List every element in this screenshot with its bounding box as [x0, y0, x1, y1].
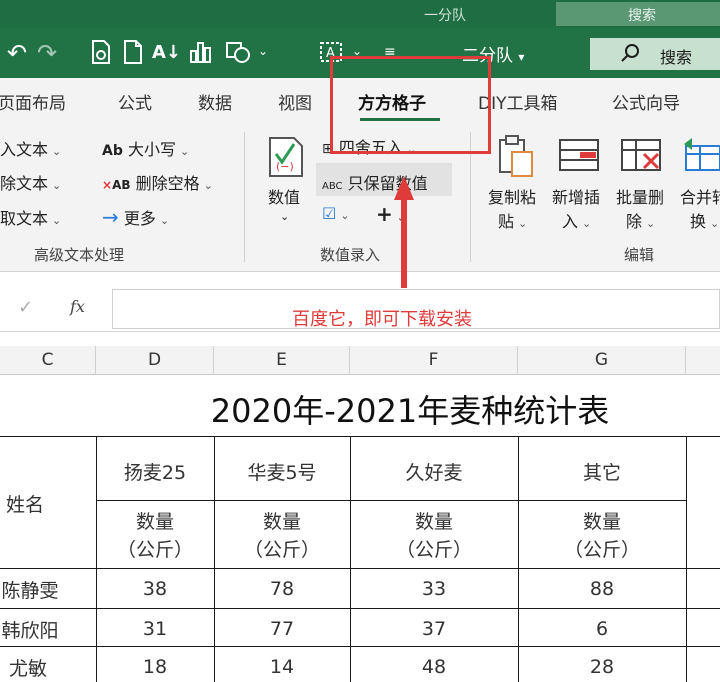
table-cell[interactable]: 31 — [96, 618, 214, 640]
bar-chart-icon[interactable] — [188, 39, 214, 67]
table-cell[interactable]: 48 — [350, 656, 518, 678]
ghost-search-box: 搜索 — [556, 2, 720, 26]
ghost-doc-title: 一分队 — [424, 8, 466, 24]
new-file-icon[interactable] — [120, 39, 146, 67]
table-cell[interactable]: 28 — [518, 656, 686, 678]
search-label: 搜索 — [660, 48, 693, 67]
insert-function-icon[interactable]: fx — [70, 297, 85, 316]
table-cell[interactable]: 77 — [214, 618, 350, 640]
table-cell[interactable]: 18 — [96, 656, 214, 678]
column-header-f[interactable]: F — [350, 346, 518, 375]
table-cell[interactable]: 78 — [214, 578, 350, 600]
copy-paste-icon — [496, 134, 536, 180]
save-as-icon[interactable] — [88, 39, 114, 67]
previous-title-bar: 一分队 搜索 — [0, 0, 720, 28]
copy-paste-button[interactable]: 复制粘 — [488, 184, 536, 208]
tab-view[interactable]: 视图 — [278, 89, 312, 114]
variety-header[interactable]: 久好麦 — [350, 458, 518, 485]
insert-button[interactable]: 新增插 — [552, 184, 600, 208]
merge-convert-button-line2[interactable]: 换 ⌄ — [690, 208, 719, 232]
grid-line — [96, 500, 686, 501]
plus-button[interactable]: + ⌄ — [376, 202, 406, 226]
trim-spaces-button[interactable]: ×AB 删除空格 ⌄ — [102, 170, 213, 194]
case-button[interactable]: Ab 大小写 ⌄ — [102, 136, 189, 160]
extract-text-button[interactable]: 取文本 ⌄ — [0, 205, 61, 229]
column-header-d[interactable]: D — [96, 346, 214, 375]
variety-header[interactable]: 扬麦25 — [96, 458, 214, 485]
column-headers: C D E F G — [0, 346, 720, 375]
number-group-label: 数值录入 — [320, 246, 381, 264]
delete-text-button[interactable]: 除文本 ⌄ — [0, 170, 61, 194]
tab-formulas[interactable]: 公式 — [118, 89, 152, 114]
column-header-e[interactable]: E — [214, 346, 350, 375]
search-icon — [621, 44, 639, 62]
undo-icon[interactable]: ↶ — [4, 39, 30, 67]
batch-delete-button-line2[interactable]: 除 ⌄ — [626, 208, 655, 232]
grid-line — [686, 436, 687, 682]
table-cell[interactable]: 88 — [518, 578, 686, 600]
quantity-header[interactable]: 数量 （公斤） — [214, 508, 350, 564]
grid-line — [0, 608, 720, 609]
batch-delete-icon — [620, 136, 664, 176]
edit-group-label: 编辑 — [624, 246, 655, 264]
table-cell[interactable]: 6 — [518, 618, 686, 640]
more-button[interactable]: → 更多 ⌄ — [102, 205, 169, 229]
svg-text:(−): (−) — [276, 160, 294, 173]
insert-text-button[interactable]: 入文本 ⌄ — [0, 136, 61, 160]
redo-icon[interactable]: ↷ — [34, 39, 60, 67]
grid-line — [0, 436, 720, 437]
variety-header[interactable]: 其它 — [518, 458, 686, 485]
quantity-header[interactable]: 数量 （公斤） — [518, 508, 686, 564]
insert-icon — [558, 136, 602, 176]
numeric-icon: (−) — [266, 134, 306, 180]
tab-data[interactable]: 数据 — [198, 89, 232, 114]
quantity-header[interactable]: 数量 （公斤） — [96, 508, 214, 564]
tab-formula-wizard[interactable]: 公式向导 — [612, 89, 680, 114]
row-name[interactable]: 韩欣阳 — [0, 616, 60, 643]
numeric-button[interactable]: 数值 — [268, 184, 300, 208]
edit-pen-icon: ☑ — [322, 204, 337, 223]
highlight-box — [330, 56, 491, 154]
name-header[interactable]: 姓名 — [0, 490, 50, 517]
table-cell[interactable]: 38 — [96, 578, 214, 600]
keep-values-button[interactable]: ABC 只保留数值 — [322, 170, 428, 194]
variety-header[interactable]: 华麦5号 — [214, 458, 350, 485]
text-group-label: 高级文本处理 — [34, 246, 125, 264]
merge-convert-icon — [682, 136, 720, 176]
row-name[interactable]: 尤敏 — [0, 654, 56, 681]
search-box[interactable]: 搜索 — [590, 38, 720, 70]
copy-paste-button-line2[interactable]: 贴 ⌄ — [498, 208, 527, 232]
arrow-right-icon: → — [102, 205, 119, 229]
grid-line — [0, 646, 720, 647]
table-cell[interactable]: 14 — [214, 656, 350, 678]
case-icon: Ab — [102, 143, 123, 159]
grid-line — [0, 568, 720, 569]
shapes-chevron-icon[interactable]: ⌄ — [258, 44, 268, 58]
tab-page-layout[interactable]: 页面布局 — [0, 89, 66, 114]
enter-check-icon[interactable]: ✓ — [18, 297, 33, 318]
insert-button-line2[interactable]: 入 ⌄ — [562, 208, 591, 232]
row-name[interactable]: 陈静雯 — [0, 576, 60, 603]
sheet-title: 2020年-2021年麦种统计表 — [210, 392, 610, 430]
quantity-header[interactable]: 数量 （公斤） — [350, 508, 518, 564]
ghost-search-label: 搜索 — [628, 8, 656, 24]
batch-delete-button[interactable]: 批量删 — [616, 184, 664, 208]
table-cell[interactable]: 33 — [350, 578, 518, 600]
column-header-c[interactable]: C — [0, 346, 96, 375]
merge-convert-button[interactable]: 合并转 — [680, 184, 720, 208]
edit-button[interactable]: ☑ ⌄ — [322, 204, 350, 223]
shapes-icon[interactable] — [224, 39, 250, 67]
numeric-chevron-icon[interactable]: ⌄ — [280, 210, 289, 223]
annotation-text: 百度它，即可下载安装 — [292, 309, 472, 330]
group-separator — [244, 132, 245, 262]
trim-icon: ×AB — [102, 178, 131, 192]
sort-az-icon[interactable]: A↓ — [152, 39, 181, 67]
column-header-g[interactable]: G — [518, 346, 686, 375]
table-cell[interactable]: 37 — [350, 618, 518, 640]
data-table: 姓名 扬麦25 华麦5号 久好麦 其它 数量 （公斤） 数量 （公斤） 数量 （公斤）… — [0, 436, 720, 682]
abc-icon: ABC — [322, 181, 343, 192]
